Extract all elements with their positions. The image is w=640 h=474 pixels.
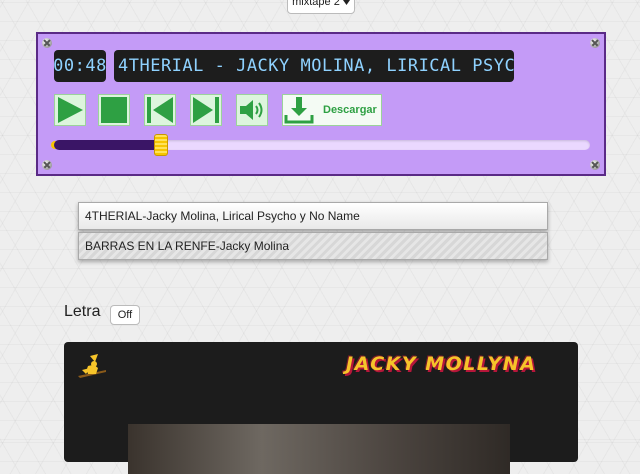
- stop-icon: [101, 97, 127, 123]
- mixtape-select-value: mixtape 2: [292, 0, 340, 8]
- screw-icon: [42, 160, 52, 170]
- artist-logo-text: JACKY MOLLYNA: [346, 353, 537, 375]
- screw-icon: [42, 38, 52, 48]
- playlist: 4THERIAL-Jacky Molina, Lirical Psycho y …: [78, 202, 548, 260]
- playlist-item[interactable]: 4THERIAL-Jacky Molina, Lirical Psycho y …: [78, 202, 548, 230]
- play-button[interactable]: [54, 94, 86, 126]
- playlist-item[interactable]: BARRAS EN LA RENFE-Jacky Molina: [78, 232, 548, 260]
- witch-icon: [78, 354, 106, 378]
- screw-icon: [590, 160, 600, 170]
- lyrics-label: Letra: [64, 303, 101, 320]
- previous-icon: [147, 97, 173, 123]
- download-label: Descargar: [323, 104, 377, 116]
- progress-fill: [54, 140, 162, 150]
- download-icon: [284, 97, 314, 124]
- next-icon: [193, 97, 219, 123]
- mixtape-select[interactable]: mixtape 2: [287, 0, 355, 14]
- chevron-down-icon: [342, 0, 350, 8]
- volume-button[interactable]: [236, 94, 268, 126]
- lyrics-toggle-button[interactable]: Off: [110, 305, 140, 325]
- time-display: 00:48: [54, 50, 106, 82]
- video-panel[interactable]: JACKY MOLLYNA: [64, 342, 578, 474]
- stop-button[interactable]: [98, 94, 130, 126]
- progress-thumb[interactable]: [154, 134, 169, 156]
- next-button[interactable]: [190, 94, 222, 126]
- screw-icon: [590, 38, 600, 48]
- now-playing-display: 4THERIAL - JACKY MOLINA, LIRICAL PSYCHO …: [114, 50, 514, 82]
- download-button[interactable]: Descargar: [282, 94, 382, 126]
- progress-bar[interactable]: [51, 134, 590, 156]
- volume-icon: [240, 100, 263, 120]
- previous-button[interactable]: [144, 94, 176, 126]
- audio-player: 00:48 4THERIAL - JACKY MOLINA, LIRICAL P…: [36, 32, 606, 176]
- video-thumbnail: [128, 424, 510, 474]
- play-icon: [58, 97, 83, 123]
